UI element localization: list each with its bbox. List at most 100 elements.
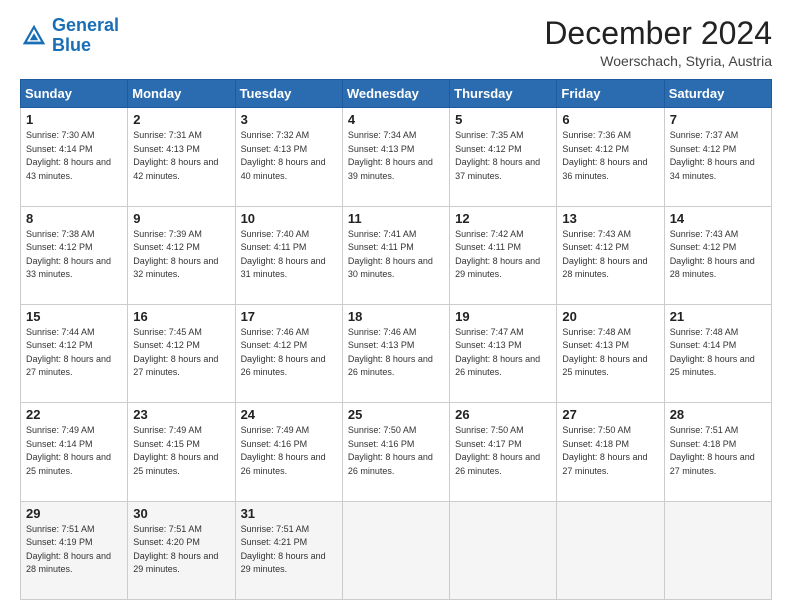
calendar-cell: 21 Sunrise: 7:48 AMSunset: 4:14 PMDaylig…	[664, 304, 771, 402]
calendar-cell	[450, 501, 557, 599]
logo: General Blue	[20, 16, 119, 56]
day-number: 5	[455, 112, 551, 127]
cell-info: Sunrise: 7:48 AMSunset: 4:14 PMDaylight:…	[670, 327, 755, 378]
cell-info: Sunrise: 7:36 AMSunset: 4:12 PMDaylight:…	[562, 130, 647, 181]
cell-info: Sunrise: 7:40 AMSunset: 4:11 PMDaylight:…	[241, 229, 326, 280]
day-number: 16	[133, 309, 229, 324]
calendar-week-row: 29 Sunrise: 7:51 AMSunset: 4:19 PMDaylig…	[21, 501, 772, 599]
day-header-saturday: Saturday	[664, 80, 771, 108]
calendar-cell: 19 Sunrise: 7:47 AMSunset: 4:13 PMDaylig…	[450, 304, 557, 402]
cell-info: Sunrise: 7:41 AMSunset: 4:11 PMDaylight:…	[348, 229, 433, 280]
cell-info: Sunrise: 7:50 AMSunset: 4:16 PMDaylight:…	[348, 425, 433, 476]
calendar-week-row: 22 Sunrise: 7:49 AMSunset: 4:14 PMDaylig…	[21, 403, 772, 501]
cell-info: Sunrise: 7:51 AMSunset: 4:19 PMDaylight:…	[26, 524, 111, 575]
day-header-sunday: Sunday	[21, 80, 128, 108]
day-number: 31	[241, 506, 337, 521]
calendar-cell: 25 Sunrise: 7:50 AMSunset: 4:16 PMDaylig…	[342, 403, 449, 501]
calendar-cell: 18 Sunrise: 7:46 AMSunset: 4:13 PMDaylig…	[342, 304, 449, 402]
cell-info: Sunrise: 7:35 AMSunset: 4:12 PMDaylight:…	[455, 130, 540, 181]
day-header-monday: Monday	[128, 80, 235, 108]
day-number: 17	[241, 309, 337, 324]
calendar-cell: 29 Sunrise: 7:51 AMSunset: 4:19 PMDaylig…	[21, 501, 128, 599]
calendar-table: SundayMondayTuesdayWednesdayThursdayFrid…	[20, 79, 772, 600]
day-number: 7	[670, 112, 766, 127]
cell-info: Sunrise: 7:39 AMSunset: 4:12 PMDaylight:…	[133, 229, 218, 280]
cell-info: Sunrise: 7:47 AMSunset: 4:13 PMDaylight:…	[455, 327, 540, 378]
cell-info: Sunrise: 7:43 AMSunset: 4:12 PMDaylight:…	[562, 229, 647, 280]
calendar-cell: 3 Sunrise: 7:32 AMSunset: 4:13 PMDayligh…	[235, 108, 342, 206]
day-header-wednesday: Wednesday	[342, 80, 449, 108]
calendar-cell: 11 Sunrise: 7:41 AMSunset: 4:11 PMDaylig…	[342, 206, 449, 304]
title-block: December 2024 Woerschach, Styria, Austri…	[544, 16, 772, 69]
calendar-cell: 9 Sunrise: 7:39 AMSunset: 4:12 PMDayligh…	[128, 206, 235, 304]
day-number: 27	[562, 407, 658, 422]
cell-info: Sunrise: 7:42 AMSunset: 4:11 PMDaylight:…	[455, 229, 540, 280]
calendar-cell: 8 Sunrise: 7:38 AMSunset: 4:12 PMDayligh…	[21, 206, 128, 304]
calendar-cell	[664, 501, 771, 599]
calendar-cell: 10 Sunrise: 7:40 AMSunset: 4:11 PMDaylig…	[235, 206, 342, 304]
calendar-header-row: SundayMondayTuesdayWednesdayThursdayFrid…	[21, 80, 772, 108]
day-number: 1	[26, 112, 122, 127]
calendar-cell	[557, 501, 664, 599]
day-number: 25	[348, 407, 444, 422]
day-number: 4	[348, 112, 444, 127]
day-number: 9	[133, 211, 229, 226]
month-title: December 2024	[544, 16, 772, 51]
day-number: 13	[562, 211, 658, 226]
cell-info: Sunrise: 7:51 AMSunset: 4:18 PMDaylight:…	[670, 425, 755, 476]
cell-info: Sunrise: 7:49 AMSunset: 4:15 PMDaylight:…	[133, 425, 218, 476]
header: General Blue December 2024 Woerschach, S…	[20, 16, 772, 69]
calendar-cell: 13 Sunrise: 7:43 AMSunset: 4:12 PMDaylig…	[557, 206, 664, 304]
day-number: 28	[670, 407, 766, 422]
calendar-cell: 31 Sunrise: 7:51 AMSunset: 4:21 PMDaylig…	[235, 501, 342, 599]
cell-info: Sunrise: 7:50 AMSunset: 4:17 PMDaylight:…	[455, 425, 540, 476]
cell-info: Sunrise: 7:37 AMSunset: 4:12 PMDaylight:…	[670, 130, 755, 181]
day-number: 3	[241, 112, 337, 127]
location-subtitle: Woerschach, Styria, Austria	[544, 53, 772, 69]
calendar-cell: 1 Sunrise: 7:30 AMSunset: 4:14 PMDayligh…	[21, 108, 128, 206]
day-number: 23	[133, 407, 229, 422]
day-number: 29	[26, 506, 122, 521]
cell-info: Sunrise: 7:46 AMSunset: 4:12 PMDaylight:…	[241, 327, 326, 378]
day-number: 24	[241, 407, 337, 422]
calendar-cell: 17 Sunrise: 7:46 AMSunset: 4:12 PMDaylig…	[235, 304, 342, 402]
cell-info: Sunrise: 7:51 AMSunset: 4:21 PMDaylight:…	[241, 524, 326, 575]
cell-info: Sunrise: 7:49 AMSunset: 4:14 PMDaylight:…	[26, 425, 111, 476]
calendar-week-row: 15 Sunrise: 7:44 AMSunset: 4:12 PMDaylig…	[21, 304, 772, 402]
cell-info: Sunrise: 7:49 AMSunset: 4:16 PMDaylight:…	[241, 425, 326, 476]
calendar-cell: 23 Sunrise: 7:49 AMSunset: 4:15 PMDaylig…	[128, 403, 235, 501]
calendar-cell: 12 Sunrise: 7:42 AMSunset: 4:11 PMDaylig…	[450, 206, 557, 304]
calendar-cell: 28 Sunrise: 7:51 AMSunset: 4:18 PMDaylig…	[664, 403, 771, 501]
day-number: 30	[133, 506, 229, 521]
calendar-cell: 14 Sunrise: 7:43 AMSunset: 4:12 PMDaylig…	[664, 206, 771, 304]
calendar-cell: 22 Sunrise: 7:49 AMSunset: 4:14 PMDaylig…	[21, 403, 128, 501]
calendar-week-row: 1 Sunrise: 7:30 AMSunset: 4:14 PMDayligh…	[21, 108, 772, 206]
cell-info: Sunrise: 7:31 AMSunset: 4:13 PMDaylight:…	[133, 130, 218, 181]
page: General Blue December 2024 Woerschach, S…	[0, 0, 792, 612]
calendar-cell: 16 Sunrise: 7:45 AMSunset: 4:12 PMDaylig…	[128, 304, 235, 402]
cell-info: Sunrise: 7:45 AMSunset: 4:12 PMDaylight:…	[133, 327, 218, 378]
day-number: 20	[562, 309, 658, 324]
calendar-week-row: 8 Sunrise: 7:38 AMSunset: 4:12 PMDayligh…	[21, 206, 772, 304]
day-number: 11	[348, 211, 444, 226]
day-number: 8	[26, 211, 122, 226]
cell-info: Sunrise: 7:51 AMSunset: 4:20 PMDaylight:…	[133, 524, 218, 575]
calendar-cell: 24 Sunrise: 7:49 AMSunset: 4:16 PMDaylig…	[235, 403, 342, 501]
cell-info: Sunrise: 7:30 AMSunset: 4:14 PMDaylight:…	[26, 130, 111, 181]
calendar-cell: 5 Sunrise: 7:35 AMSunset: 4:12 PMDayligh…	[450, 108, 557, 206]
day-number: 10	[241, 211, 337, 226]
cell-info: Sunrise: 7:38 AMSunset: 4:12 PMDaylight:…	[26, 229, 111, 280]
calendar-cell: 2 Sunrise: 7:31 AMSunset: 4:13 PMDayligh…	[128, 108, 235, 206]
day-header-thursday: Thursday	[450, 80, 557, 108]
day-number: 22	[26, 407, 122, 422]
cell-info: Sunrise: 7:34 AMSunset: 4:13 PMDaylight:…	[348, 130, 433, 181]
day-number: 19	[455, 309, 551, 324]
day-number: 21	[670, 309, 766, 324]
calendar-cell	[342, 501, 449, 599]
cell-info: Sunrise: 7:46 AMSunset: 4:13 PMDaylight:…	[348, 327, 433, 378]
day-number: 18	[348, 309, 444, 324]
calendar-cell: 30 Sunrise: 7:51 AMSunset: 4:20 PMDaylig…	[128, 501, 235, 599]
day-number: 2	[133, 112, 229, 127]
calendar-cell: 6 Sunrise: 7:36 AMSunset: 4:12 PMDayligh…	[557, 108, 664, 206]
day-number: 26	[455, 407, 551, 422]
